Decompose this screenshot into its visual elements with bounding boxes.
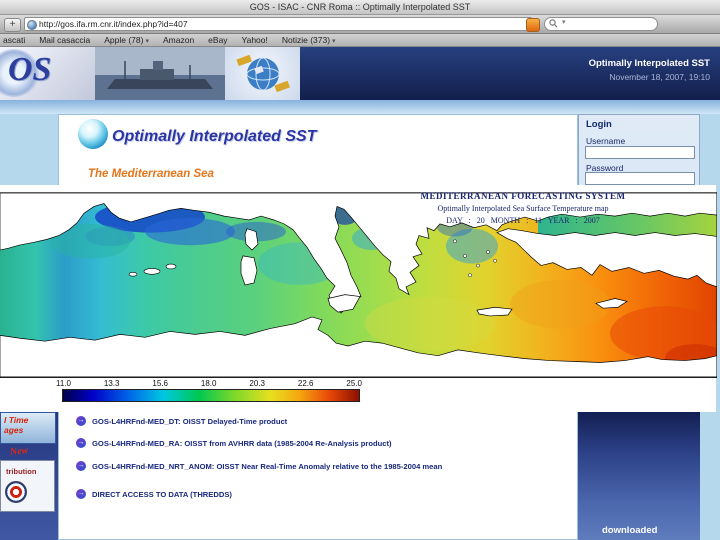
product-link-dt[interactable]: GOS-L4HRFnd-MED_DT: OISST Delayed-Time p… — [76, 416, 287, 426]
ring-logo-icon — [5, 481, 27, 503]
header-banner: Optimally Interpolated SST November 18, … — [300, 47, 720, 100]
new-tab-button[interactable]: + — [4, 18, 21, 32]
username-label: Username — [586, 136, 626, 146]
map-title: MEDITERRANEAN FORECASTING SYSTEM — [420, 191, 626, 201]
banner-datetime: November 18, 2007, 19:10 — [609, 72, 710, 82]
bookmark-item[interactable]: Mail casaccia — [39, 34, 90, 46]
login-title: Login — [586, 119, 612, 130]
window-title: GOS - ISAC - CNR Roma :: Optimally Inter… — [0, 0, 720, 15]
bookmarks-bar: ascati Mail casaccia Apple (78) Amazon e… — [0, 34, 720, 47]
url-input[interactable]: http://gos.ifa.rm.cnr.it/index.php?id=40… — [24, 17, 532, 31]
direct-access-link[interactable]: DIRECT ACCESS TO DATA (THREDDS) — [76, 489, 232, 499]
page-subtitle: The Mediterranean Sea — [88, 168, 214, 180]
downloaded-label: downloaded — [602, 525, 658, 536]
bookmark-folder[interactable]: Notizie (373) — [282, 34, 336, 46]
map-date: DAY : 20 MONTH : 11 YEAR : 2007 — [446, 216, 600, 225]
globe-icon — [27, 19, 37, 30]
bookmark-item[interactable]: Yahoo! — [242, 34, 268, 46]
new-badge: New — [9, 445, 29, 458]
ship-photo — [95, 47, 225, 100]
search-options-caret-icon[interactable]: ▾ — [562, 18, 566, 26]
color-scale-labels: 11.0 13.3 15.6 18.0 20.3 22.6 25.0 — [56, 379, 362, 388]
link-arrow-icon — [76, 489, 86, 499]
page-nav-strip — [0, 100, 720, 114]
page-action-icon[interactable] — [526, 17, 540, 32]
gos-logo: OS — [0, 47, 95, 100]
sidebar-item-distribution[interactable]: tribution — [0, 460, 55, 512]
bookmark-item[interactable]: ascati — [3, 34, 25, 46]
oisst-circle-icon — [78, 119, 108, 149]
page-title: Optimally Interpolated SST — [112, 128, 317, 145]
link-arrow-icon — [76, 416, 86, 426]
banner-title: Optimally Interpolated SST — [588, 58, 710, 69]
browser-window: GOS - ISAC - CNR Roma :: Optimally Inter… — [0, 0, 720, 540]
color-scale-bar — [62, 389, 360, 402]
product-link-nrt-anom[interactable]: GOS-L4HRFnd-MED_NRT_ANOM: OISST Near Rea… — [76, 461, 442, 471]
bookmark-item[interactable]: Amazon — [163, 34, 194, 46]
map-subtitle: Optimally Interpolated Sea Surface Tempe… — [437, 204, 609, 213]
right-lower-panel — [578, 412, 700, 540]
search-icon — [549, 19, 558, 28]
password-input[interactable] — [585, 172, 695, 185]
sidebar-item-real-time-images[interactable]: l Time ages — [0, 412, 56, 444]
bookmark-item[interactable]: eBay — [208, 34, 227, 46]
bookmark-folder[interactable]: Apple (78) — [104, 34, 149, 46]
link-arrow-icon — [76, 461, 86, 471]
satellite-globe-graphic — [225, 47, 300, 100]
map-captions: MEDITERRANEAN FORECASTING SYSTEM Optimal… — [388, 191, 658, 225]
sst-map-image: MEDITERRANEAN FORECASTING SYSTEM Optimal… — [0, 185, 717, 412]
link-arrow-icon — [76, 438, 86, 448]
username-input[interactable] — [585, 146, 695, 159]
product-link-ra[interactable]: GOS-L4HRFnd-MED_RA: OISST from AVHRR dat… — [76, 438, 392, 448]
